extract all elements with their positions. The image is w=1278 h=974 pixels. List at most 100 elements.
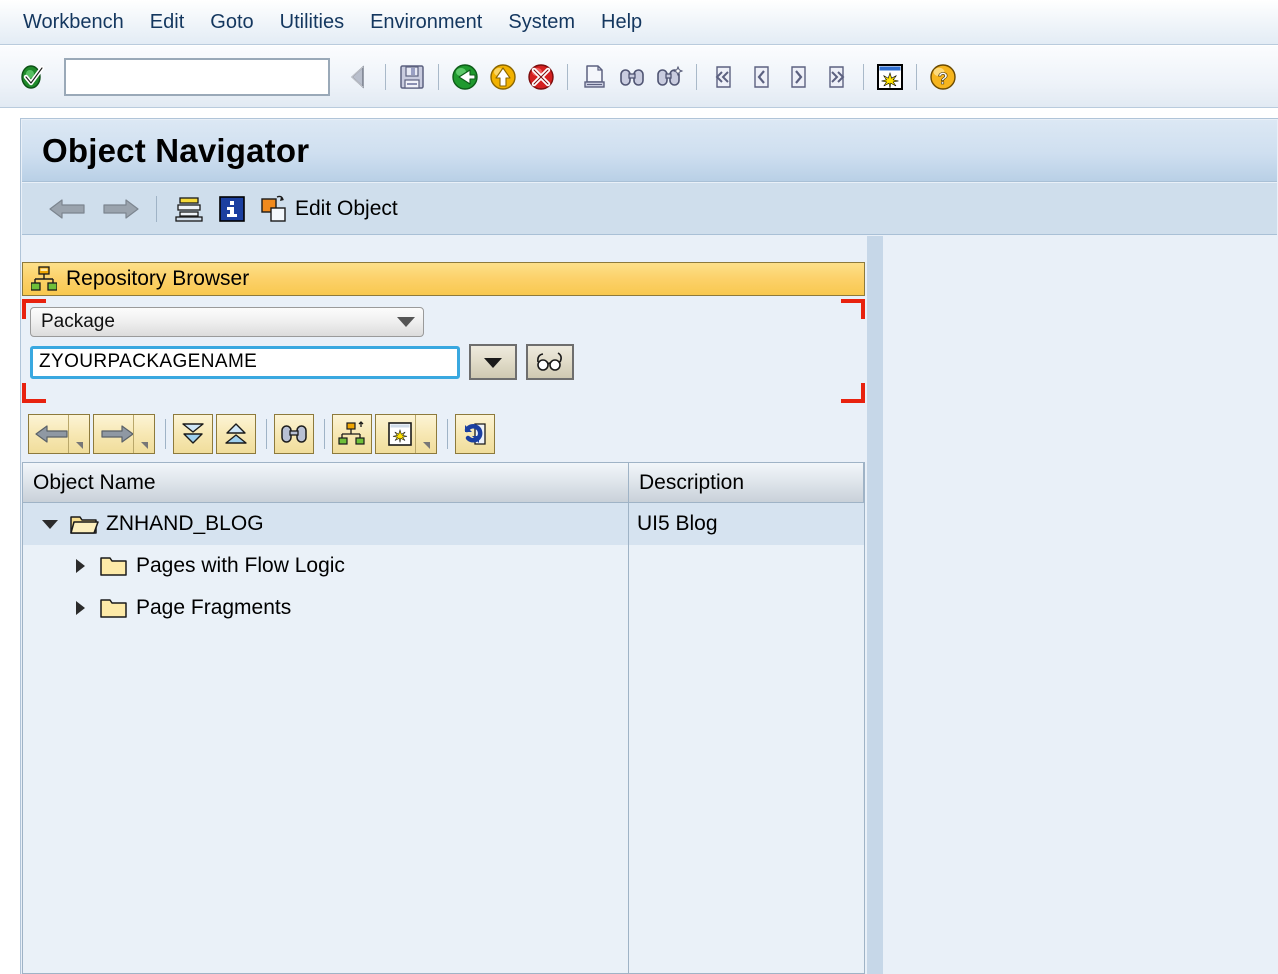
menu-goto[interactable]: Goto [197,9,266,36]
display-object-button[interactable] [526,344,574,380]
object-name-input[interactable] [30,345,460,379]
package-selection-area: Package [22,299,865,407]
tree-toolbar-separator [447,419,448,449]
find-in-tree-button[interactable] [274,414,314,454]
find-next-button[interactable] [651,58,689,96]
menu-workbench[interactable]: Workbench [10,9,137,36]
collapse-all-button[interactable] [216,414,256,454]
last-page-button[interactable] [818,58,856,96]
toolbar-separator [438,63,439,90]
tree-node-label: Pages with Flow Logic [136,554,345,577]
folder-open-icon [69,512,99,536]
expand-all-button[interactable] [173,414,213,454]
column-object-name[interactable]: Object Name [23,463,629,503]
tree-node-description: UI5 Blog [637,512,718,535]
save-button[interactable] [393,58,431,96]
arrow-left-icon [48,195,88,223]
tree-toolbar-separator [324,419,325,449]
tree-forward-dropdown[interactable] [133,415,154,453]
create-session-icon [875,62,905,92]
help-icon: ? ? [928,62,958,92]
collapse-all-icon [222,421,250,447]
enter-check-button[interactable] [14,58,52,96]
panel-splitter[interactable] [867,236,883,974]
create-session-button[interactable] [871,58,909,96]
svg-text:?: ? [938,69,948,88]
expand-collapse-toggle[interactable] [39,519,61,529]
triangle-right-icon [75,559,85,573]
system-toolbar: ? ? [0,46,1278,108]
edit-object-label: Edit Object [295,196,398,220]
object-tree: Object Name Description ZNHAND_BLOG UI5 … [22,462,865,974]
information-button[interactable] [211,189,253,229]
next-page-icon [785,63,813,91]
tree-back-dropdown[interactable] [68,415,89,453]
edit-object-button[interactable]: Edit Object [253,189,404,229]
selection-list-button[interactable] [469,344,517,380]
menu-system[interactable]: System [495,9,588,36]
menu-environment[interactable]: Environment [357,9,495,36]
history-back-button[interactable] [340,58,378,96]
menu-edit[interactable]: Edit [137,9,197,36]
other-object-icon [387,421,413,447]
expand-collapse-toggle[interactable] [69,601,91,615]
table-row[interactable]: ZNHAND_BLOG UI5 Blog [23,503,864,545]
hierarchy-up-icon [338,421,366,447]
back-arrow-icon [345,63,373,91]
exit-button[interactable] [484,58,522,96]
next-page-button[interactable] [780,58,818,96]
table-row[interactable]: Page Fragments [23,587,864,629]
info-icon [217,194,247,224]
repository-browser-header[interactable]: Repository Browser [22,262,865,296]
toolbar-separator [696,63,697,90]
print-button[interactable] [575,58,613,96]
tree-header-row: Object Name Description [23,463,864,503]
repository-browser-panel: Repository Browser Package ZYOURPACKAGEN… [22,236,867,974]
expand-all-icon [179,421,207,447]
column-description[interactable]: Description [629,463,864,503]
object-list-button[interactable] [332,414,372,454]
application-toolbar: Edit Object [22,183,1277,235]
object-name-input-row [30,344,574,380]
find-next-icon [656,63,684,91]
triangle-right-icon [75,601,85,615]
edit-object-icon [259,194,291,224]
print-icon [580,63,608,91]
menu-utilities[interactable]: Utilities [267,9,357,36]
object-type-select[interactable]: Package [30,307,424,337]
find-icon [618,63,646,91]
other-object-button[interactable] [375,414,437,454]
object-list-display-button[interactable] [167,189,211,229]
back-button[interactable] [446,58,484,96]
window-content: Object Navigator Edit Object Repository … [20,118,1278,974]
tree-back-button[interactable] [28,414,90,454]
tree-toolbar-separator [165,419,166,449]
other-object-dropdown[interactable] [415,415,436,453]
toolbar-separator [863,63,864,90]
menu-help[interactable]: Help [588,9,655,36]
refresh-button[interactable] [455,414,495,454]
help-button[interactable]: ? ? [924,58,962,96]
expand-collapse-toggle[interactable] [69,559,91,573]
first-page-icon [709,63,737,91]
tree-empty-area [23,629,864,973]
table-row[interactable]: Pages with Flow Logic [23,545,864,587]
tree-body: ZNHAND_BLOG UI5 Blog Pages with Flow Log… [23,503,864,973]
folder-icon [99,596,129,620]
previous-page-button[interactable] [742,58,780,96]
tree-forward-button[interactable] [93,414,155,454]
toolbar-separator [916,63,917,90]
find-button[interactable] [613,58,651,96]
chevron-down-icon [481,354,505,370]
find-icon [279,421,309,447]
back-green-icon [450,62,480,92]
editor-panel [883,236,1278,974]
command-field[interactable] [64,57,330,96]
app-forward-button[interactable] [94,189,146,229]
app-back-button[interactable] [42,189,94,229]
stack-icon [173,194,205,224]
cancel-button[interactable] [522,58,560,96]
first-page-button[interactable] [704,58,742,96]
tree-node-description [629,545,864,587]
arrow-left-icon [35,422,69,446]
